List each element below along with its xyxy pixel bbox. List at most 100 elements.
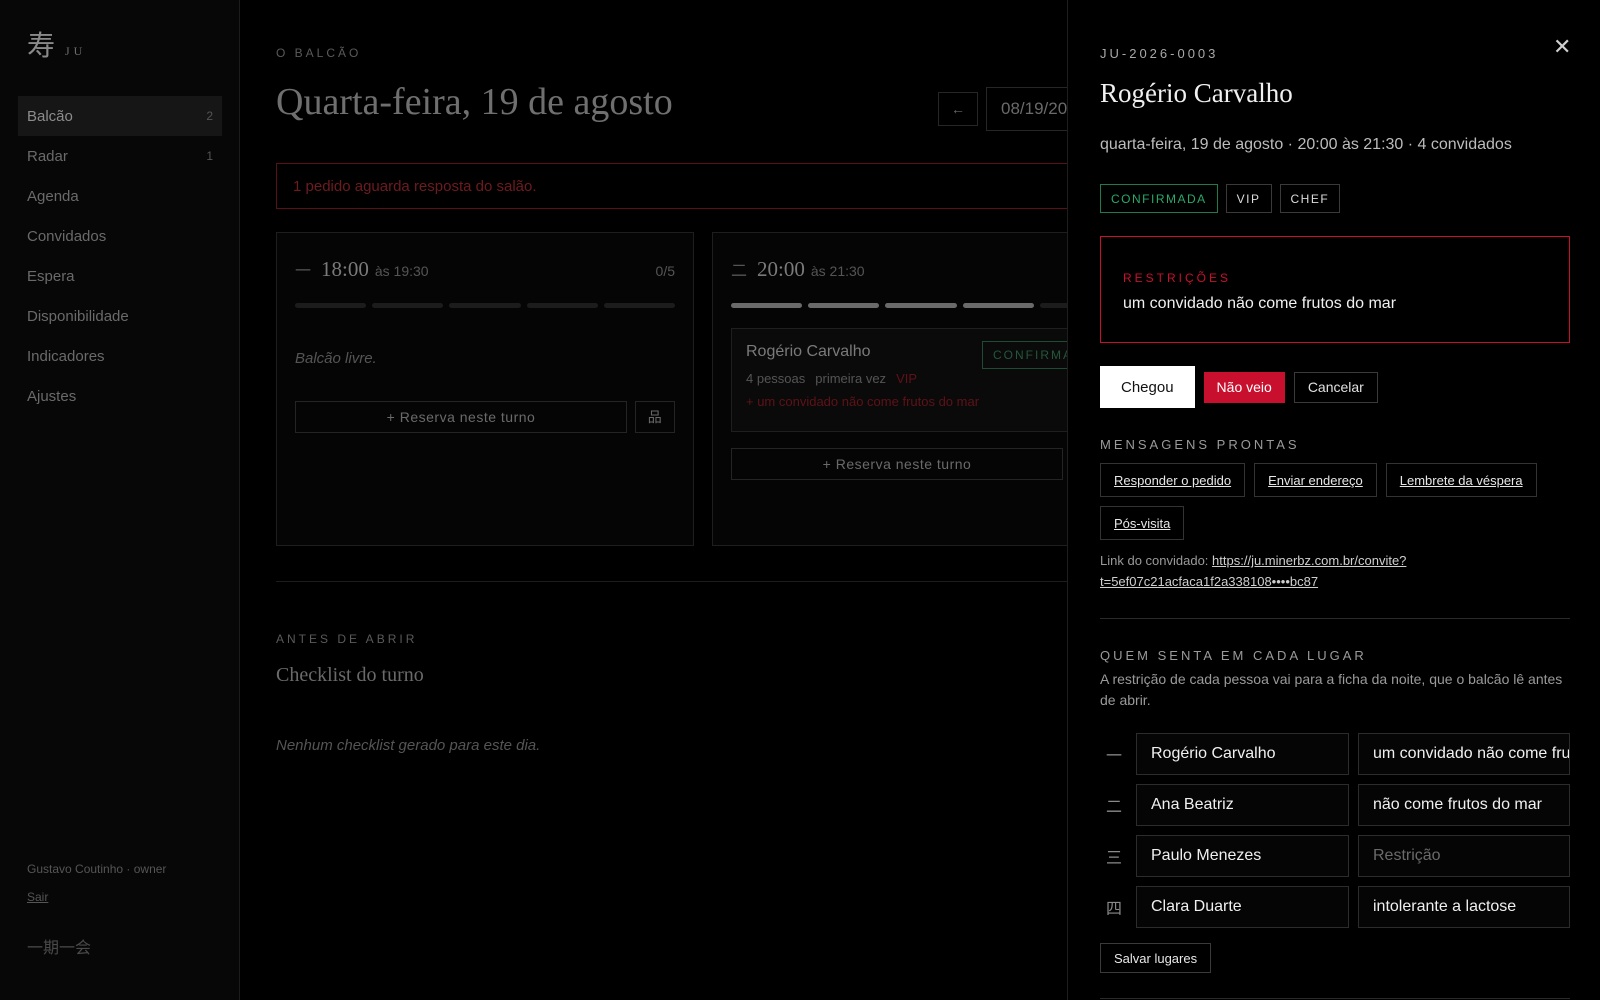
sidebar-item-indicadores[interactable]: Indicadores: [18, 336, 222, 376]
sidebar-item-label: Espera: [27, 267, 75, 285]
capacity-segment: [731, 303, 803, 308]
guest-link-label: Link do convidado:: [1100, 553, 1209, 568]
seat-number: 二: [1106, 798, 1123, 816]
message-templates: Responder o pedido Enviar endereço Lembr…: [1100, 463, 1570, 540]
seat-name-input[interactable]: Paulo Menezes: [1136, 834, 1349, 877]
cancel-button[interactable]: Cancelar: [1293, 371, 1378, 403]
divider: [1100, 998, 1570, 999]
sidebar-item-convidados[interactable]: Convidados: [18, 216, 222, 256]
seat-row: 三 Paulo Menezes Restrição: [1100, 830, 1570, 881]
shift-capacity: 0/5: [655, 263, 675, 279]
reservation-code: JU-2026-0003: [1100, 46, 1219, 61]
status-actions: Chegou Não veio Cancelar: [1100, 366, 1378, 408]
seating-icon: 品: [647, 409, 663, 425]
restrictions-box: RESTRIÇÕES um convidado não come frutos …: [1100, 236, 1570, 343]
divider: [1100, 618, 1570, 619]
seats-help: A restrição de cada pessoa vai para a fi…: [1100, 671, 1563, 708]
no-show-button[interactable]: Não veio: [1203, 371, 1285, 403]
shift-card: 一 18:00 às 19:30 0/5 Balcão livre. + Res…: [276, 232, 694, 546]
seating-button[interactable]: 品: [635, 401, 675, 433]
close-icon[interactable]: ✕: [1553, 34, 1571, 60]
sidebar-item-label: Agenda: [27, 187, 79, 205]
reservation-first-visit: primeira vez: [815, 371, 887, 386]
sidebar-item-disponibilidade[interactable]: Disponibilidade: [18, 296, 222, 336]
send-address-button[interactable]: Enviar endereço: [1254, 463, 1377, 497]
shift-time: 20:00: [757, 257, 805, 281]
seat-name-input[interactable]: Ana Beatriz: [1136, 783, 1349, 826]
shift-time: 18:00: [321, 257, 369, 281]
vip-tag: VIP: [1225, 184, 1272, 213]
sidebar-item-radar[interactable]: Radar 1: [18, 136, 222, 176]
sidebar-item-espera[interactable]: Espera: [18, 256, 222, 296]
shift-actions: + Reserva neste turno: [731, 448, 1111, 480]
restrictions-label: RESTRIÇÕES: [1123, 271, 1232, 285]
capacity-segment: [526, 303, 598, 308]
chef-tag: CHEF: [1279, 184, 1341, 213]
seat-number: 三: [1106, 849, 1123, 867]
status-badge: CONFIRMADA: [1100, 184, 1218, 213]
restrictions-text: um convidado não come frutos do mar: [1123, 295, 1397, 312]
seat-name-input[interactable]: Clara Duarte: [1136, 885, 1349, 928]
checklist-empty: Nenhum checklist gerado para este dia.: [276, 737, 541, 754]
logo-glyph: 寿: [27, 31, 56, 62]
capacity-segment: [603, 303, 676, 308]
sidebar-item-balcao[interactable]: Balcão 2: [18, 96, 222, 136]
shift-end: às 21:30: [810, 263, 865, 279]
sidebar-item-count: 2: [206, 109, 213, 123]
sidebar-item-agenda[interactable]: Agenda: [18, 176, 222, 216]
seat-restriction-input[interactable]: intolerante a lactose: [1358, 885, 1570, 928]
guest-name: Rogério Carvalho: [1100, 78, 1293, 108]
user-line: Gustavo Coutinho · owner: [27, 862, 167, 876]
sidebar-item-label: Disponibilidade: [27, 307, 129, 325]
add-reservation-button[interactable]: + Reserva neste turno: [731, 448, 1063, 480]
user-info: Gustavo Coutinho · owner Sair: [27, 862, 166, 906]
shift-header: 二 20:00 às 21:30: [731, 257, 1111, 287]
capacity-segment: [372, 303, 444, 308]
sidebar-item-label: Convidados: [27, 227, 107, 245]
reservation-when: quarta-feira, 19 de agosto · 20:00 às 21…: [1100, 136, 1512, 153]
arrow-left-icon: ←: [951, 101, 965, 117]
sidebar: 寿 JU Balcão 2 Radar 1 Agenda Convidados …: [0, 0, 240, 1000]
logo-text: JU: [65, 44, 87, 58]
section-eyebrow: ANTES DE ABRIR: [276, 632, 418, 646]
tags: CONFIRMADA VIP CHEF: [1100, 184, 1341, 213]
page-title: Quarta-feira, 19 de agosto: [276, 81, 673, 123]
sidebar-item-label: Balcão: [27, 107, 73, 125]
sidebar-item-ajustes[interactable]: Ajustes: [18, 376, 222, 416]
reservation-card[interactable]: Rogério Carvalho 4 pessoas primeira vez …: [731, 328, 1111, 432]
arrived-button[interactable]: Chegou: [1100, 366, 1195, 408]
eve-reminder-button[interactable]: Lembrete da véspera: [1385, 463, 1537, 497]
capacity-segment: [449, 303, 521, 308]
capacity-segment: [808, 303, 880, 308]
reservation-restriction: + um convidado não come frutos do mar: [746, 394, 980, 409]
reply-request-button[interactable]: Responder o pedido: [1100, 463, 1246, 497]
seat-list: 一 Rogério Carvalho um convidado não come…: [1100, 728, 1570, 932]
seat-row: 四 Clara Duarte intolerante a lactose: [1100, 881, 1570, 932]
seat-name-input[interactable]: Rogério Carvalho: [1136, 732, 1349, 775]
shift-end: às 19:30: [374, 263, 429, 279]
seat-number: 四: [1106, 900, 1123, 918]
prev-day-button[interactable]: ←: [938, 92, 978, 126]
shift-number: 一: [295, 263, 312, 280]
guest-link: Link do convidado: https://ju.minerbz.co…: [1100, 550, 1570, 592]
sidebar-item-label: Indicadores: [27, 347, 105, 365]
checklist-title: Checklist do turno: [276, 664, 424, 686]
post-visit-button[interactable]: Pós-visita: [1100, 506, 1185, 540]
seat-restriction-input[interactable]: Restrição: [1358, 834, 1570, 877]
save-seats-button[interactable]: Salvar lugares: [1100, 943, 1212, 973]
page-eyebrow: O BALCÃO: [276, 46, 362, 60]
add-reservation-button[interactable]: + Reserva neste turno: [295, 401, 627, 433]
capacity-segment: [962, 303, 1034, 308]
logout-link[interactable]: Sair: [27, 890, 48, 904]
shift-number: 二: [731, 263, 748, 280]
seat-restriction-input[interactable]: não come frutos do mar: [1358, 783, 1570, 826]
shift-header: 一 18:00 às 19:30 0/5: [295, 257, 675, 287]
capacity-bar: [731, 303, 1112, 308]
seat-row: 一 Rogério Carvalho um convidado não come…: [1100, 728, 1570, 779]
capacity-bar: [295, 303, 676, 308]
sidebar-item-label: Ajustes: [27, 387, 77, 405]
reservation-people: 4 pessoas: [746, 371, 806, 386]
reservation-vip: VIP: [896, 371, 918, 386]
seat-restriction-input[interactable]: um convidado não come frutos do mar: [1358, 732, 1570, 775]
sidebar-item-count: 1: [206, 149, 213, 163]
